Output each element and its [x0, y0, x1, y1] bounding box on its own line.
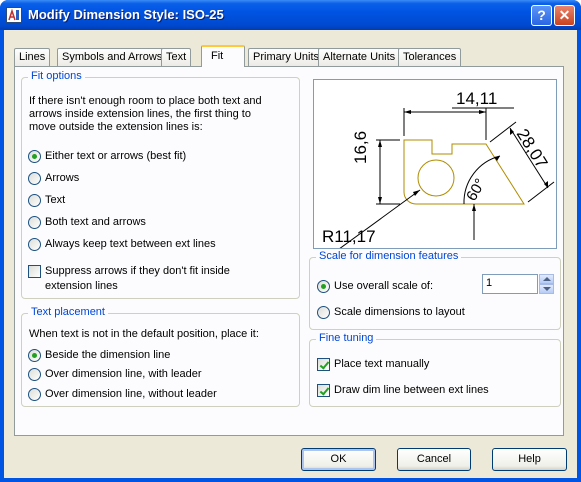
label-suppress-arrows-line-1[interactable]: Suppress arrows if they don't fit inside — [45, 265, 230, 278]
ok-button[interactable]: OK — [301, 448, 376, 471]
fit-description-line-1: If there isn't enough room to place both… — [29, 95, 262, 107]
fit-options-legend: Fit options — [28, 70, 85, 82]
tab-lines[interactable]: Lines — [14, 48, 51, 66]
radio-both-text-and-arrows[interactable] — [28, 216, 41, 229]
label-arrows[interactable]: Arrows — [45, 172, 79, 185]
label-suppress-arrows-line-2[interactable]: extension lines — [45, 280, 118, 293]
label-beside-dimension-line[interactable]: Beside the dimension line — [45, 349, 170, 362]
preview-drawing — [339, 107, 555, 248]
spin-down-arrow-icon[interactable] — [539, 284, 554, 294]
overall-scale-spinner[interactable] — [539, 274, 554, 294]
scale-legend: Scale for dimension features — [316, 250, 462, 262]
close-button[interactable]: ✕ — [554, 5, 575, 26]
fit-description-line-3: move outside the extension lines is: — [29, 121, 203, 133]
window-title: Modify Dimension Style: ISO-25 — [28, 7, 224, 22]
dimension-preview: 14,11 16,6 28,07 60° R11,17 — [313, 79, 557, 249]
spin-up-arrow-icon[interactable] — [539, 274, 554, 284]
radio-either-text-or-arrows[interactable] — [28, 150, 41, 163]
preview-dim-top: 14,11 — [456, 89, 498, 108]
dialog-client: Lines Symbols and Arrows Text Fit Primar… — [4, 30, 577, 478]
fit-description-line-2: arrows inside extension lines, the first… — [29, 108, 251, 120]
label-over-without-leader[interactable]: Over dimension line, without leader — [45, 388, 217, 401]
radio-beside-dimension-line[interactable] — [28, 349, 41, 362]
radio-scale-to-layout[interactable] — [317, 306, 330, 319]
label-either-text-or-arrows[interactable]: Either text or arrows (best fit) — [45, 150, 186, 163]
tab-tolerances[interactable]: Tolerances — [398, 48, 462, 66]
label-use-overall-scale[interactable]: Use overall scale of: — [334, 280, 433, 293]
text-placement-legend: Text placement — [28, 306, 108, 318]
label-always-keep-text[interactable]: Always keep text between ext lines — [45, 238, 216, 251]
dialog-window: Modify Dimension Style: ISO-25 ? ✕ Lines… — [0, 0, 581, 482]
fine-tuning-legend: Fine tuning — [316, 332, 377, 344]
label-over-with-leader[interactable]: Over dimension line, with leader — [45, 368, 202, 381]
radio-over-with-leader[interactable] — [28, 368, 41, 381]
checkbox-suppress-arrows[interactable] — [28, 265, 41, 278]
radio-text[interactable] — [28, 194, 41, 207]
tab-symbols-and-arrows[interactable]: Symbols and Arrows — [57, 48, 168, 66]
cancel-button[interactable]: Cancel — [397, 448, 471, 471]
text-placement-description: When text is not in the default position… — [29, 328, 259, 340]
checkbox-place-text-manually[interactable] — [317, 358, 330, 371]
autocad-app-icon — [6, 7, 22, 23]
preview-dim-radius: R11,17 — [322, 227, 376, 246]
tab-text[interactable]: Text — [161, 48, 192, 66]
overall-scale-input[interactable]: 1 — [482, 274, 538, 294]
radio-use-overall-scale[interactable] — [317, 280, 330, 293]
help-title-button[interactable]: ? — [531, 5, 552, 26]
checkbox-draw-dim-line[interactable] — [317, 384, 330, 397]
tab-fit[interactable]: Fit — [201, 45, 245, 67]
radio-over-without-leader[interactable] — [28, 388, 41, 401]
preview-dim-left: 16,6 — [351, 130, 370, 164]
title-bar[interactable]: Modify Dimension Style: ISO-25 ? ✕ — [0, 0, 581, 30]
text-placement-group: Text placement When text is not in the d… — [21, 306, 300, 407]
fit-tab-panel: Fit options If there isn't enough room t… — [14, 66, 564, 436]
tab-primary-units[interactable]: Primary Units — [248, 48, 325, 66]
label-text[interactable]: Text — [45, 194, 65, 207]
radio-arrows[interactable] — [28, 172, 41, 185]
label-place-text-manually[interactable]: Place text manually — [334, 358, 429, 371]
radio-always-keep-text[interactable] — [28, 238, 41, 251]
label-both-text-and-arrows[interactable]: Both text and arrows — [45, 216, 146, 229]
tab-alternate-units[interactable]: Alternate Units — [318, 48, 401, 66]
help-button[interactable]: Help — [492, 448, 567, 471]
fit-options-group: Fit options If there isn't enough room t… — [21, 70, 300, 299]
label-draw-dim-line[interactable]: Draw dim line between ext lines — [334, 384, 489, 397]
label-scale-to-layout[interactable]: Scale dimensions to layout — [334, 306, 465, 319]
